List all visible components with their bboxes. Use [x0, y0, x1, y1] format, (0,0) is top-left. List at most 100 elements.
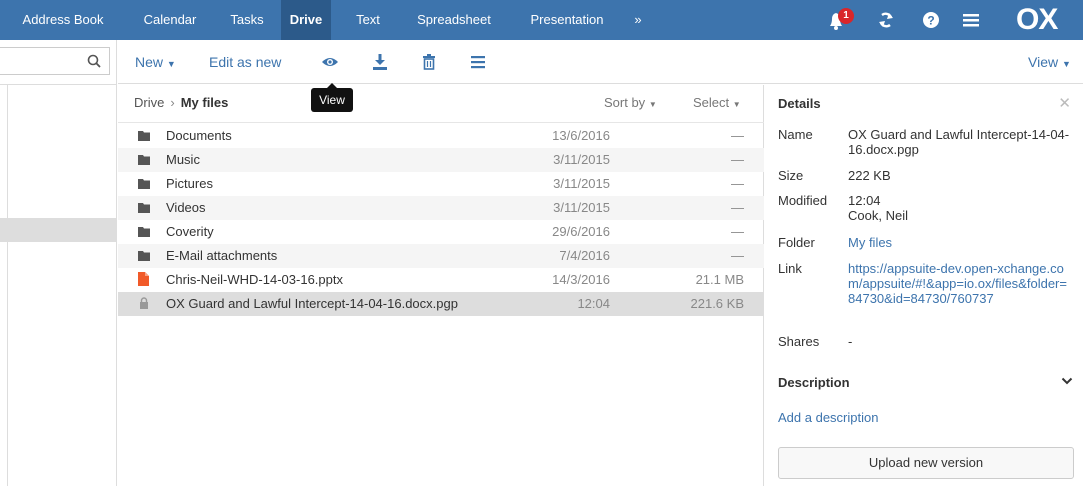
hamburger-menu-icon — [963, 14, 979, 27]
view-button[interactable] — [321, 53, 339, 71]
refresh-icon — [879, 12, 893, 28]
list-item[interactable]: Videos 3/11/2015 — — [118, 196, 764, 220]
view-tooltip: View — [311, 83, 353, 112]
file-name: E-Mail attachments — [166, 248, 278, 263]
folder-label: Folder — [778, 235, 815, 250]
search-icon — [87, 54, 101, 68]
file-size: — — [731, 200, 744, 215]
file-date: 12:04 — [577, 296, 610, 311]
main-menu-button[interactable] — [961, 8, 981, 32]
nav-drive[interactable]: Drive — [281, 0, 331, 40]
nav-text[interactable]: Text — [344, 0, 392, 40]
shares-label: Shares — [778, 334, 820, 349]
nav-calendar[interactable]: Calendar — [130, 0, 210, 40]
folder-icon — [138, 203, 150, 213]
nav-tasks[interactable]: Tasks — [218, 0, 276, 40]
view-options-label: View — [1028, 54, 1059, 70]
name-label: Name — [778, 127, 813, 142]
sort-by-button[interactable]: Sort by ▼ — [604, 85, 657, 123]
view-options-button[interactable]: View ▼ — [1028, 40, 1071, 84]
caret-down-icon: ▼ — [1061, 59, 1071, 69]
file-name: Music — [166, 152, 200, 167]
bell-icon — [830, 8, 854, 30]
chevron-down-icon[interactable] — [1061, 375, 1073, 387]
folder-icon — [138, 227, 150, 237]
download-icon — [373, 54, 387, 70]
new-button[interactable]: New ▼ — [135, 40, 176, 84]
select-button[interactable]: Select ▼ — [693, 85, 741, 123]
delete-button[interactable] — [420, 53, 438, 71]
new-button-label: New — [135, 54, 164, 70]
svg-text:?: ? — [927, 14, 934, 28]
file-size: 221.6 KB — [690, 296, 745, 311]
sort-by-label: Sort by — [604, 95, 646, 110]
size-label: Size — [778, 168, 804, 183]
list-item[interactable]: E-Mail attachments 7/4/2016 — — [118, 244, 764, 268]
file-link[interactable]: https://appsuite-dev.open-xchange.com/ap… — [848, 261, 1073, 306]
list-item[interactable]: Music 3/11/2015 — — [118, 148, 764, 172]
size-value: 222 KB — [848, 168, 891, 183]
link-label: Link — [778, 261, 802, 276]
notification-badge: 1 — [843, 10, 849, 21]
close-icon[interactable]: ✕ — [1058, 94, 1071, 112]
help-icon: ? — [923, 12, 939, 28]
list-item[interactable]: Coverity 29/6/2016 — — [118, 220, 764, 244]
caret-down-icon: ▼ — [166, 59, 176, 69]
file-name: Documents — [166, 128, 232, 143]
notifications-button[interactable]: 1 — [826, 8, 856, 32]
add-description-link[interactable]: Add a description — [778, 410, 878, 425]
folder-icon — [138, 155, 150, 165]
download-button[interactable] — [371, 53, 389, 71]
breadcrumb: Drive › My files — [134, 85, 228, 121]
list-item[interactable]: OX Guard and Lawful Intercept-14-04-16.d… — [118, 292, 764, 316]
file-size: — — [731, 128, 744, 143]
divider — [7, 84, 8, 486]
modified-by: Cook, Neil — [848, 208, 908, 223]
pptx-file-icon — [138, 272, 149, 286]
more-actions-button[interactable] — [469, 53, 487, 71]
file-date: 7/4/2016 — [559, 248, 610, 263]
file-name: OX Guard and Lawful Intercept-14-04-16.d… — [166, 296, 458, 311]
file-name: Coverity — [166, 224, 214, 239]
nav-address-book[interactable]: Address Book — [14, 0, 112, 40]
refresh-button[interactable] — [876, 8, 896, 32]
caret-down-icon: ▼ — [732, 100, 741, 109]
breadcrumb-drive[interactable]: Drive — [134, 95, 164, 110]
file-name: Chris-Neil-WHD-14-03-16.pptx — [166, 272, 343, 287]
more-icon — [471, 56, 485, 69]
file-size: 21.1 MB — [695, 272, 744, 287]
folder-icon — [138, 179, 150, 189]
ox-logo: OX — [1016, 3, 1058, 36]
folder-link[interactable]: My files — [848, 235, 1073, 250]
search-input[interactable] — [0, 47, 110, 75]
breadcrumb-separator: › — [170, 95, 175, 110]
folder-tree-selected-item[interactable] — [0, 218, 117, 242]
file-date: 3/11/2015 — [553, 152, 610, 167]
list-item[interactable]: Documents 13/6/2016 — — [118, 124, 764, 148]
description-header[interactable]: Description — [778, 375, 850, 390]
file-date: 13/6/2016 — [552, 128, 610, 143]
help-button[interactable]: ? — [921, 8, 941, 32]
eye-icon — [322, 58, 338, 66]
lock-icon — [140, 297, 148, 309]
top-navigation-bar: Address Book Calendar Tasks Drive Text S… — [0, 0, 1083, 40]
caret-down-icon: ▼ — [648, 100, 657, 109]
nav-presentation[interactable]: Presentation — [514, 0, 620, 40]
file-date: 3/11/2015 — [553, 200, 610, 215]
file-size: — — [731, 152, 744, 167]
trash-icon — [423, 54, 435, 70]
toolbar: New ▼ Edit as new View ▼ — [118, 40, 1083, 84]
file-size: — — [731, 248, 744, 263]
list-item[interactable]: Chris-Neil-WHD-14-03-16.pptx 14/3/2016 2… — [118, 268, 764, 292]
file-date: 14/3/2016 — [552, 272, 610, 287]
folder-tree-pane — [0, 40, 117, 486]
edit-as-new-button[interactable]: Edit as new — [209, 40, 281, 84]
divider — [0, 84, 117, 85]
file-name: Pictures — [166, 176, 213, 191]
nav-more[interactable]: » — [628, 0, 648, 40]
nav-spreadsheet[interactable]: Spreadsheet — [404, 0, 504, 40]
list-item[interactable]: Pictures 3/11/2015 — — [118, 172, 764, 196]
upload-new-version-button[interactable]: Upload new version — [778, 447, 1074, 479]
details-title: Details — [778, 96, 821, 111]
file-date: 29/6/2016 — [552, 224, 610, 239]
